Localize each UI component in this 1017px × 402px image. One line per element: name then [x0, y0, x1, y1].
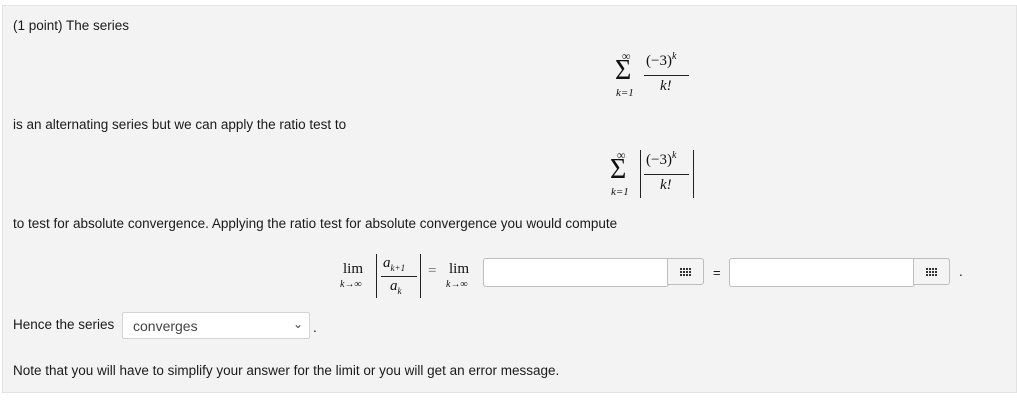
- fraction-line: [644, 75, 689, 76]
- sum-lower-limit: k=1: [616, 87, 634, 99]
- hence-label: Hence the series: [13, 317, 115, 332]
- limit-symbol: lim: [343, 261, 364, 277]
- trailing-period: .: [959, 264, 963, 279]
- selected-option: converges: [133, 318, 198, 334]
- abs-bar-left: [376, 254, 377, 298]
- answer-input-2-wrapper: [729, 258, 915, 287]
- note-text: Note that you will have to simplify your…: [13, 363, 560, 378]
- equals-between-answers: =: [713, 265, 721, 280]
- problem-container: (1 point) The series ∞ Σ k=1 (−3)k k! is…: [2, 5, 1017, 393]
- problem-intro: (1 point) The series: [13, 18, 130, 33]
- fraction-numerator: (−3)k: [646, 51, 677, 69]
- equation-palette-button-2[interactable]: [913, 258, 950, 285]
- fraction-denominator: k!: [660, 177, 672, 193]
- limit-subscript-2: k→∞: [446, 279, 468, 290]
- fraction-line: [644, 174, 689, 175]
- equation-palette-icon: [926, 267, 937, 276]
- ratio-numerator: ak+1: [383, 255, 406, 273]
- abs-bar-right: [693, 150, 694, 198]
- answer-input-1-wrapper: [483, 258, 669, 287]
- equals-sign: =: [428, 263, 437, 279]
- sigma-symbol: Σ: [615, 55, 632, 86]
- fraction-denominator: k!: [660, 78, 672, 94]
- convergence-select[interactable]: converges ⌄: [122, 312, 310, 339]
- ratio-fraction-line: [381, 276, 417, 277]
- ratio-denominator: ak: [390, 278, 402, 296]
- text-alternating: is an alternating series but we can appl…: [13, 117, 347, 132]
- fraction-numerator: (−3)k: [646, 150, 677, 168]
- chevron-down-icon: ⌄: [292, 317, 303, 331]
- sigma-symbol: Σ: [610, 154, 627, 185]
- text-absolute-convergence: to test for absolute convergence. Applyi…: [13, 216, 618, 231]
- limit-symbol-2: lim: [449, 261, 470, 277]
- limit-subscript: k→∞: [340, 279, 362, 290]
- abs-bar-left: [640, 150, 641, 198]
- equation-palette-icon: [680, 267, 691, 276]
- sum-lower-limit: k=1: [611, 186, 629, 198]
- equation-palette-button-1[interactable]: [667, 258, 704, 285]
- answer-input-1[interactable]: [484, 259, 668, 286]
- abs-bar-right: [420, 254, 421, 298]
- hence-period: .: [313, 320, 317, 335]
- answer-input-2[interactable]: [730, 259, 914, 286]
